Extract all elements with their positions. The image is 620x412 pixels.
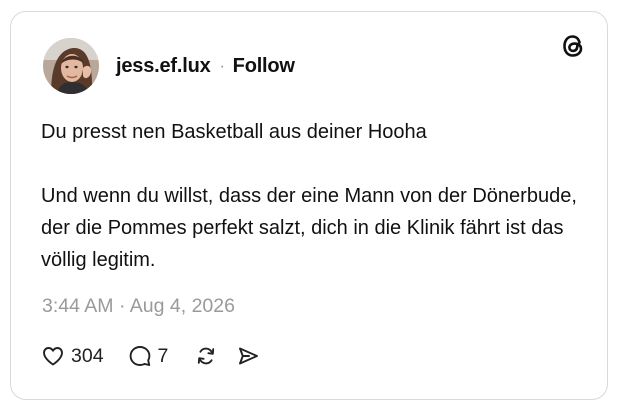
repost-button[interactable] xyxy=(194,344,218,368)
repost-icon xyxy=(198,347,215,365)
share-button[interactable] xyxy=(236,344,260,368)
avatar-photo xyxy=(43,38,99,94)
username[interactable]: jess.ef.lux xyxy=(116,55,211,78)
comment-icon xyxy=(129,346,150,366)
like-button[interactable]: 304 xyxy=(41,344,104,368)
avatar[interactable] xyxy=(43,38,99,94)
post-paragraph: Und wenn du willst, dass der eine Mann v… xyxy=(41,185,577,271)
post-actions: 304 7 xyxy=(41,344,260,368)
threads-logo-icon[interactable] xyxy=(559,32,587,60)
post-body: Du presst nen Basketball aus deiner Hooh… xyxy=(41,116,581,276)
post-paragraph: Du presst nen Basketball aus deiner Hooh… xyxy=(41,121,427,143)
heart-icon xyxy=(43,347,63,366)
threads-post-card: jess.ef.lux · Follow Du presst nen Baske… xyxy=(10,11,608,400)
like-count: 304 xyxy=(71,344,104,367)
reply-count: 7 xyxy=(157,344,169,367)
header-separator: · xyxy=(219,57,225,75)
follow-button[interactable]: Follow xyxy=(233,55,295,78)
send-icon xyxy=(239,347,259,365)
post-header: jess.ef.lux · Follow xyxy=(116,55,295,78)
reply-button[interactable]: 7 xyxy=(128,344,169,368)
post-timestamp: 3:44 AM · Aug 4, 2026 xyxy=(42,295,235,317)
